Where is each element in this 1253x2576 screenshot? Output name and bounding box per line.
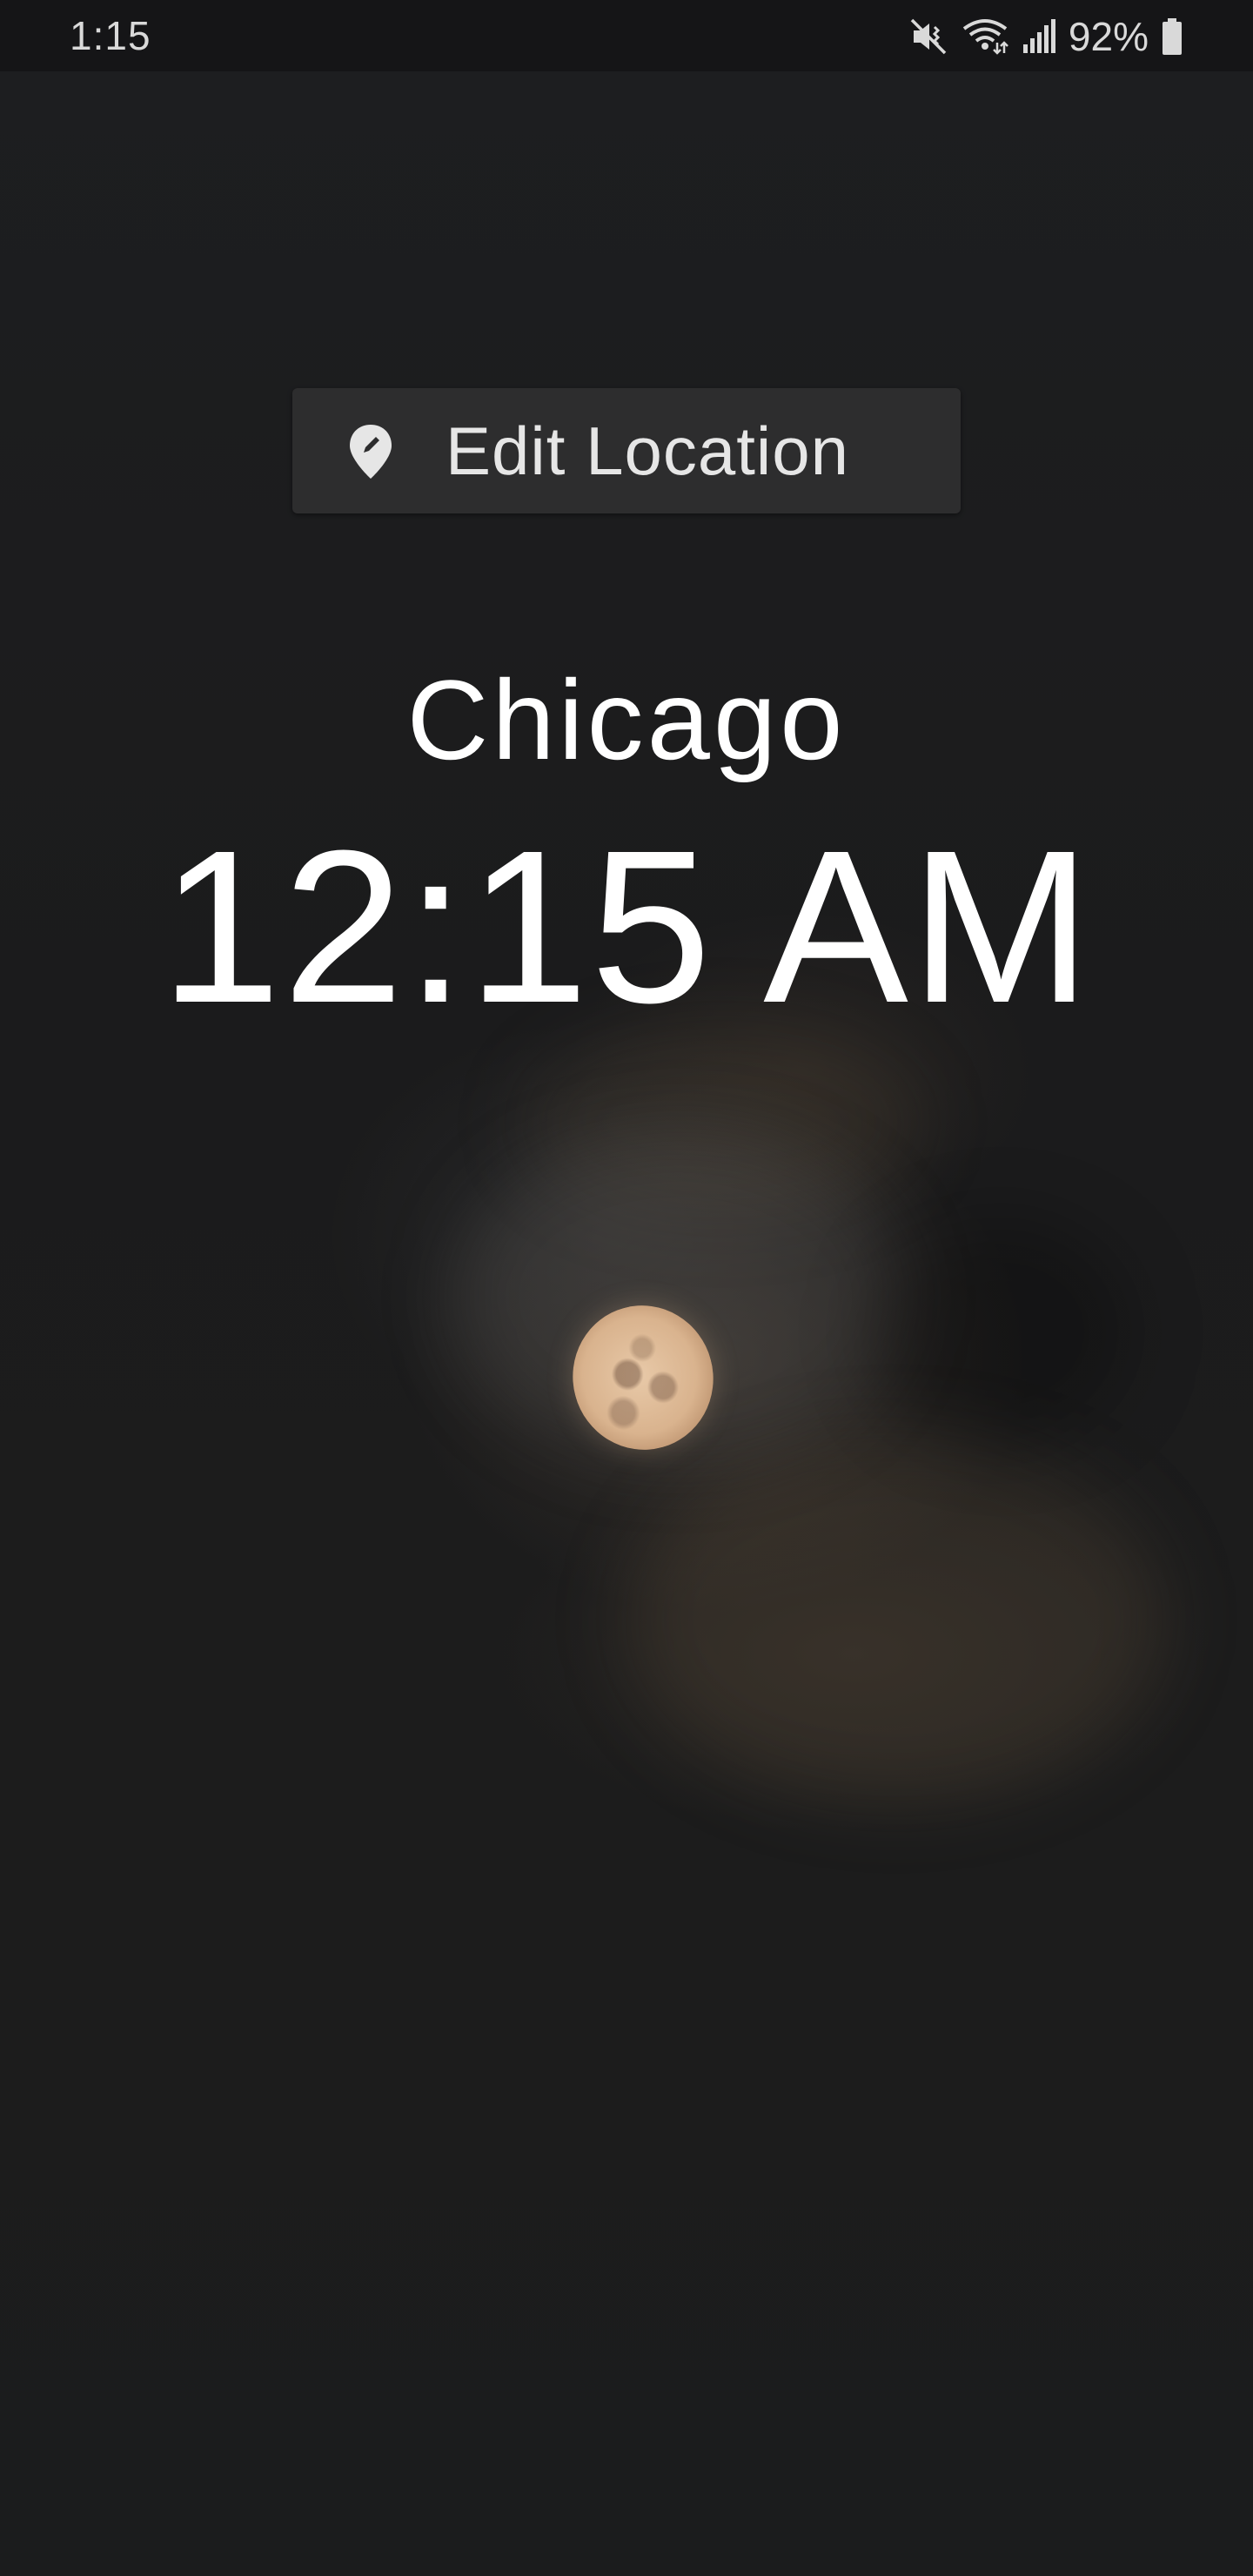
edit-location-label: Edit Location [446, 413, 849, 489]
screen: 1:15 92% Edit Location Chicago 12:15 AM [0, 0, 1253, 2576]
night-sky-background [0, 0, 1253, 2576]
cloud [626, 1436, 1166, 1801]
cloud-shadow [870, 1218, 1131, 1445]
signal-icon [1022, 17, 1056, 57]
battery-percentage: 92% [1068, 14, 1149, 59]
city-name: Chicago [406, 656, 847, 783]
wifi-icon [961, 17, 1009, 57]
status-bar: 1:15 92% [0, 0, 1253, 71]
mute-vibrate-icon [908, 17, 948, 57]
location-edit-icon [339, 419, 402, 482]
edit-location-button[interactable]: Edit Location [292, 388, 961, 513]
status-icons: 92% [908, 12, 1183, 61]
status-time: 1:15 [70, 13, 151, 58]
battery-icon [1161, 17, 1183, 57]
current-time: 12:15 AM [159, 805, 1094, 1048]
